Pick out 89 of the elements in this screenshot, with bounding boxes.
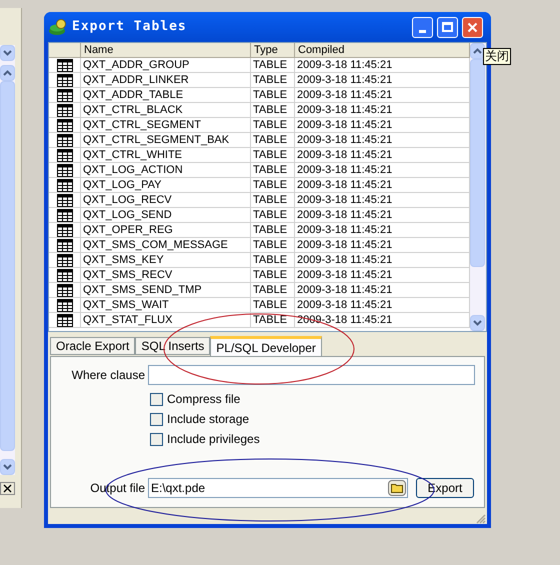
table-cell: TABLE: [251, 298, 295, 312]
table-cell: QXT_ADDR_LINKER: [81, 73, 251, 87]
checkbox[interactable]: [150, 412, 163, 426]
chevron-up-icon: [473, 48, 482, 54]
table-cell: QXT_STAT_FLUX: [81, 313, 251, 327]
table-cell: QXT_ADDR_TABLE: [81, 88, 251, 102]
table-icon: [56, 58, 72, 72]
table-cell: QXT_OPER_REG: [81, 223, 251, 237]
close-button[interactable]: [462, 16, 483, 38]
window-title: Export Tables: [72, 18, 187, 36]
chevron-down-icon: [3, 50, 12, 56]
table-icon: [56, 88, 72, 102]
table-icon: [56, 134, 72, 146]
table-icon: [56, 74, 72, 86]
tab[interactable]: PL/SQL Developer: [210, 336, 322, 357]
scroll-down-button[interactable]: [0, 459, 15, 475]
table-icon: [56, 118, 72, 132]
column-header[interactable]: Type: [251, 43, 295, 57]
table-cell: TABLE: [251, 283, 295, 297]
table-cell: TABLE: [251, 73, 295, 87]
close-icon: [467, 22, 478, 32]
table-icon: [56, 194, 72, 206]
table-icon: [56, 238, 72, 252]
tab[interactable]: Oracle Export: [50, 337, 136, 355]
table-cell: QXT_CTRL_BLACK: [81, 103, 251, 117]
table-cell: TABLE: [251, 313, 295, 327]
where-clause-field[interactable]: [148, 365, 475, 385]
table-cell: QXT_CTRL_SEGMENT: [81, 118, 251, 132]
checkbox-label: Include privileges: [167, 431, 260, 448]
chevron-down-icon: [473, 320, 482, 326]
table-cell: TABLE: [251, 238, 295, 252]
table-cell: TABLE: [251, 163, 295, 177]
table-icon: [56, 284, 72, 296]
table-cell: TABLE: [251, 178, 295, 192]
table-cell: QXT_LOG_RECV: [81, 193, 251, 207]
checkbox[interactable]: [150, 432, 163, 446]
table-cell: TABLE: [251, 88, 295, 102]
table-cell: QXT_SMS_COM_MESSAGE: [81, 238, 251, 252]
table-icon: [56, 298, 72, 312]
table-icon: [56, 178, 72, 192]
scroll-down-button[interactable]: [0, 45, 15, 61]
table-icon: [56, 104, 72, 116]
scroll-down-button[interactable]: [470, 315, 485, 331]
maximize-button[interactable]: [437, 16, 458, 38]
scroll-thumb[interactable]: [470, 59, 485, 267]
folder-button[interactable]: [388, 480, 406, 496]
table-cell: TABLE: [251, 223, 295, 237]
resize-grip-icon: [476, 514, 486, 524]
table-cell: QXT_ADDR_GROUP: [81, 58, 251, 72]
table-cell: QXT_SMS_WAIT: [81, 298, 251, 312]
table-cell: TABLE: [251, 193, 295, 207]
table-icon: [56, 148, 72, 162]
table-cell: TABLE: [251, 148, 295, 162]
table-cell: TABLE: [251, 133, 295, 147]
table-cell: TABLE: [251, 208, 295, 222]
table-icon: [56, 164, 72, 176]
checkbox-label: Compress file: [167, 391, 240, 408]
table-cell: TABLE: [251, 103, 295, 117]
folder-icon: [390, 483, 404, 493]
table-cell: QXT_LOG_PAY: [81, 178, 251, 192]
checkbox[interactable]: [150, 392, 163, 406]
table-cell: TABLE: [251, 268, 295, 282]
scroll-thumb[interactable]: [0, 81, 15, 451]
output-file-field[interactable]: E:\qxt.pde: [148, 478, 408, 498]
minimize-button[interactable]: [412, 16, 433, 38]
chevron-down-icon: [3, 464, 12, 470]
table-cell: QXT_SMS_KEY: [81, 253, 251, 267]
where-clause-label: Where clause: [70, 367, 146, 384]
table-icon: [56, 224, 72, 236]
table-cell: TABLE: [251, 58, 295, 72]
table-cell: QXT_CTRL_WHITE: [81, 148, 251, 162]
tooltip: 关闭: [483, 48, 511, 65]
table-icon: [56, 254, 72, 266]
table-icon: [56, 314, 72, 326]
table-icon: [56, 208, 72, 222]
table-cell: QXT_LOG_ACTION: [81, 163, 251, 177]
table-cell: QXT_LOG_SEND: [81, 208, 251, 222]
table-cell: TABLE: [251, 118, 295, 132]
scroll-up-button[interactable]: [470, 43, 485, 59]
table-cell: QXT_SMS_SEND_TMP: [81, 283, 251, 297]
column-header[interactable]: Name: [81, 43, 251, 57]
chevron-up-icon: [3, 70, 12, 76]
table-cell: QXT_CTRL_SEGMENT_BAK: [81, 133, 251, 147]
table-icon: [56, 268, 72, 282]
database-icon: [48, 18, 68, 36]
close-icon[interactable]: [0, 482, 15, 495]
checkbox-label: Include storage: [167, 411, 250, 428]
table-cell: TABLE: [251, 253, 295, 267]
table-cell: QXT_SMS_RECV: [81, 268, 251, 282]
